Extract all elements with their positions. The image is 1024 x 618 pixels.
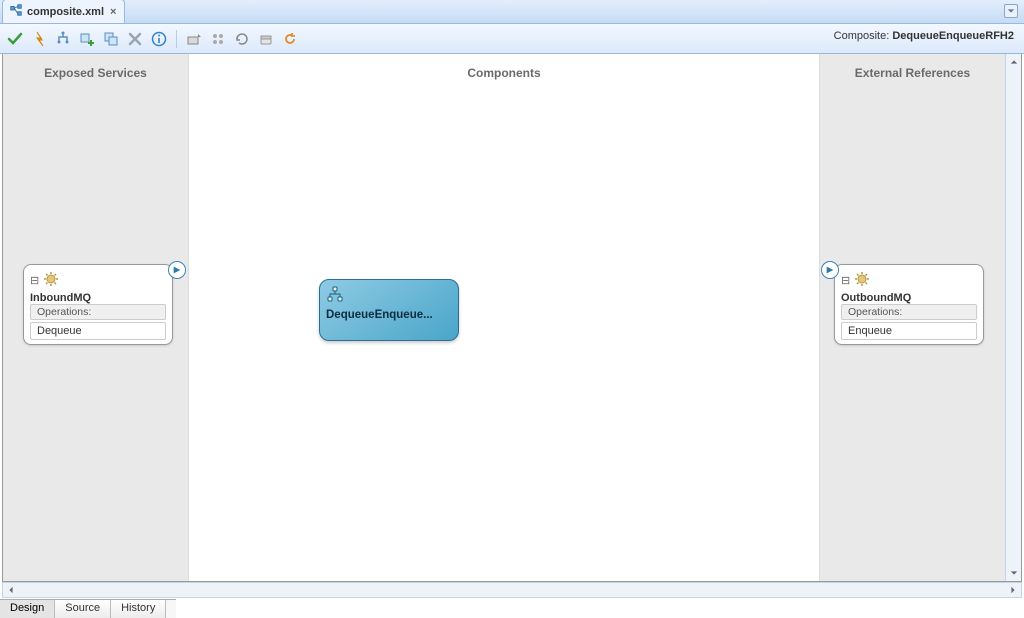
editor-view-tabs: Design Source History: [0, 599, 176, 618]
bpel-component[interactable]: DequeueEnqueue...: [319, 279, 459, 341]
editor-tab-bar: composite.xml ×: [0, 0, 1024, 24]
delete-button[interactable]: [126, 30, 144, 48]
composite-name-label: Composite: DequeueEnqueueRFH2: [834, 30, 1014, 42]
outbound-reference-box[interactable]: ⊟ OutboundMQ Operations: Enqueue: [834, 264, 984, 345]
composite-name: DequeueEnqueueRFH2: [892, 30, 1014, 42]
swimlanes: Exposed Services ⊟ InboundMQ Operations:…: [3, 54, 1005, 581]
revert-button[interactable]: [281, 30, 299, 48]
file-tab-label: composite.xml: [27, 6, 104, 18]
scroll-left-arrow[interactable]: [3, 583, 19, 597]
inbound-ops-header: Operations:: [30, 304, 166, 320]
editor-toolbar: Composite: DequeueEnqueueRFH2: [0, 24, 1024, 54]
tab-design[interactable]: Design: [0, 600, 55, 618]
composite-editor: composite.xml ×: [0, 0, 1024, 618]
exposed-services-title: Exposed Services: [3, 54, 188, 92]
configure-button[interactable]: [209, 30, 227, 48]
vertical-scrollbar[interactable]: [1005, 54, 1021, 581]
copy-button[interactable]: [102, 30, 120, 48]
composite-prefix: Composite:: [834, 30, 890, 42]
file-tab-composite[interactable]: composite.xml ×: [2, 0, 125, 23]
bpel-process-icon: [326, 286, 452, 307]
info-button[interactable]: [150, 30, 168, 48]
package-button[interactable]: [257, 30, 275, 48]
refresh-button[interactable]: [233, 30, 251, 48]
outbound-port-in[interactable]: [821, 261, 839, 279]
components-title: Components: [189, 54, 819, 92]
add-service-button[interactable]: [78, 30, 96, 48]
scroll-up-arrow[interactable]: [1006, 54, 1022, 70]
scroll-right-arrow[interactable]: [1005, 583, 1021, 597]
horizontal-scrollbar[interactable]: [2, 582, 1022, 598]
inbound-operation[interactable]: Dequeue: [30, 322, 166, 340]
exposed-services-lane[interactable]: Exposed Services ⊟ InboundMQ Operations:…: [3, 54, 189, 581]
tab-history[interactable]: History: [111, 600, 166, 618]
scroll-down-arrow[interactable]: [1006, 565, 1022, 581]
outbound-reference-name: OutboundMQ: [841, 292, 977, 304]
inbound-port-out[interactable]: [168, 261, 186, 279]
design-canvas[interactable]: Exposed Services ⊟ InboundMQ Operations:…: [2, 54, 1022, 582]
outbound-operation[interactable]: Enqueue: [841, 322, 977, 340]
inbound-service-box[interactable]: ⊟ InboundMQ Operations: Dequeue: [23, 264, 173, 345]
components-lane[interactable]: Components DequeueEnqueue...: [189, 54, 819, 581]
external-references-lane[interactable]: External References ⊟ OutboundMQ Operati…: [819, 54, 1005, 581]
collapse-toggle[interactable]: ⊟: [30, 274, 39, 287]
collapse-toggle[interactable]: ⊟: [841, 274, 850, 287]
deploy-button[interactable]: [185, 30, 203, 48]
validate-button[interactable]: [6, 30, 24, 48]
outbound-ops-header: Operations:: [841, 304, 977, 320]
close-tab-icon[interactable]: ×: [110, 6, 116, 18]
tab-source[interactable]: Source: [55, 600, 111, 618]
test-button[interactable]: [30, 30, 48, 48]
external-references-title: External References: [820, 54, 1005, 92]
bpel-component-label: DequeueEnqueue...: [326, 309, 433, 321]
inbound-service-name: InboundMQ: [30, 292, 166, 304]
tab-menu-dropdown[interactable]: [1004, 4, 1018, 18]
toolbar-separator: [176, 30, 177, 48]
adapter-gear-icon: [43, 271, 59, 290]
adapter-gear-icon: [854, 271, 870, 290]
wire-button[interactable]: [54, 30, 72, 48]
composite-file-icon: [9, 3, 23, 20]
